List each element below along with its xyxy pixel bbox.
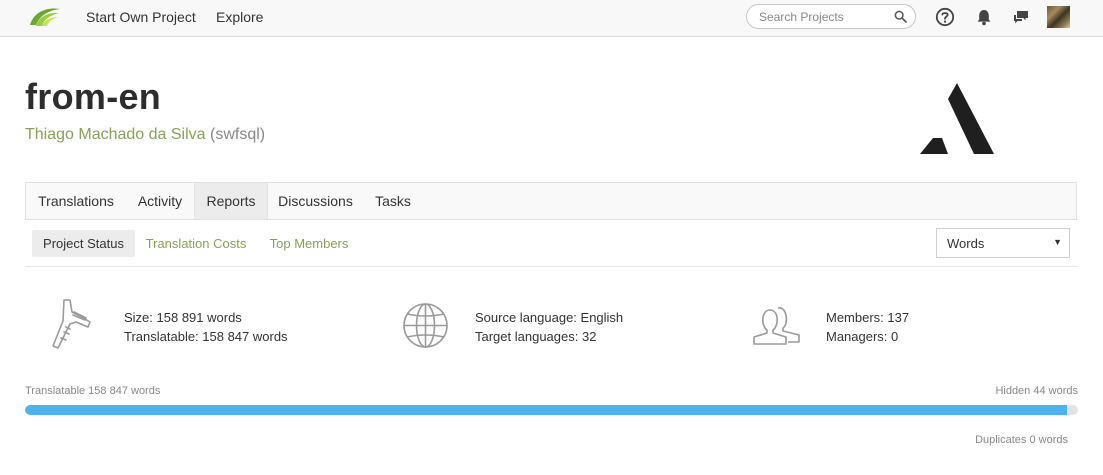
tab-tasks[interactable]: Tasks: [363, 183, 423, 219]
dropdown-arrow-icon: ▼: [1053, 237, 1062, 247]
language-stats: Source language: English Target language…: [475, 308, 623, 346]
units-select-value: Words: [947, 236, 985, 251]
duplicates-words-label: Duplicates 0 words: [975, 434, 1068, 446]
translatable-value: Translatable: 158 847 words: [124, 329, 288, 344]
project-owner: Thiago Machado da Silva (swfsql): [25, 126, 265, 144]
target-languages-value: Target languages: 32: [475, 329, 597, 344]
source-language-value: Source language: English: [475, 310, 624, 325]
search-icon[interactable]: [894, 10, 907, 23]
hidden-words-label: Hidden 44 words: [995, 385, 1078, 397]
divider: [25, 266, 1077, 267]
tab-translations[interactable]: Translations: [26, 183, 126, 219]
project-logo-icon: [920, 83, 994, 154]
top-nav-bar: Start Own Project Explore: [0, 0, 1103, 37]
search-box: [746, 4, 916, 29]
size-value: Size: 158 891 words: [124, 310, 242, 325]
crowdin-logo-icon[interactable]: [26, 5, 62, 29]
explore-link[interactable]: Explore: [216, 9, 263, 25]
managers-value: Managers: 0: [826, 329, 899, 344]
user-avatar[interactable]: [1047, 6, 1070, 28]
start-own-project-link[interactable]: Start Own Project: [86, 9, 196, 25]
help-icon[interactable]: [935, 7, 955, 27]
members-value: Members: 137: [826, 310, 910, 325]
translatable-progress-bar: [25, 405, 1078, 415]
subtab-project-status[interactable]: Project Status: [32, 230, 135, 257]
project-title: from-en: [25, 76, 162, 117]
member-stats: Members: 137 Managers: 0: [826, 308, 909, 346]
subtab-top-members[interactable]: Top Members: [262, 230, 356, 257]
members-icon: [753, 307, 800, 345]
subtab-translation-costs[interactable]: Translation Costs: [140, 230, 252, 257]
tab-activity[interactable]: Activity: [126, 183, 194, 219]
tab-discussions[interactable]: Discussions: [268, 183, 363, 219]
owner-handle: (swfsql): [210, 126, 266, 143]
search-input[interactable]: [759, 9, 889, 25]
messages-icon[interactable]: [1011, 7, 1031, 27]
project-tabs: Translations Activity Reports Discussion…: [25, 182, 1077, 220]
globe-icon: [403, 303, 448, 348]
caliper-size-icon: [52, 299, 91, 349]
notifications-bell-icon[interactable]: [974, 7, 994, 27]
translatable-progress-fill: [25, 405, 1068, 415]
owner-name-link[interactable]: Thiago Machado da Silva: [25, 126, 206, 143]
translatable-words-label: Translatable 158 847 words: [25, 385, 161, 397]
tab-reports[interactable]: Reports: [194, 183, 268, 219]
size-stats: Size: 158 891 words Translatable: 158 84…: [124, 308, 288, 346]
units-select[interactable]: Words ▼: [936, 228, 1070, 258]
